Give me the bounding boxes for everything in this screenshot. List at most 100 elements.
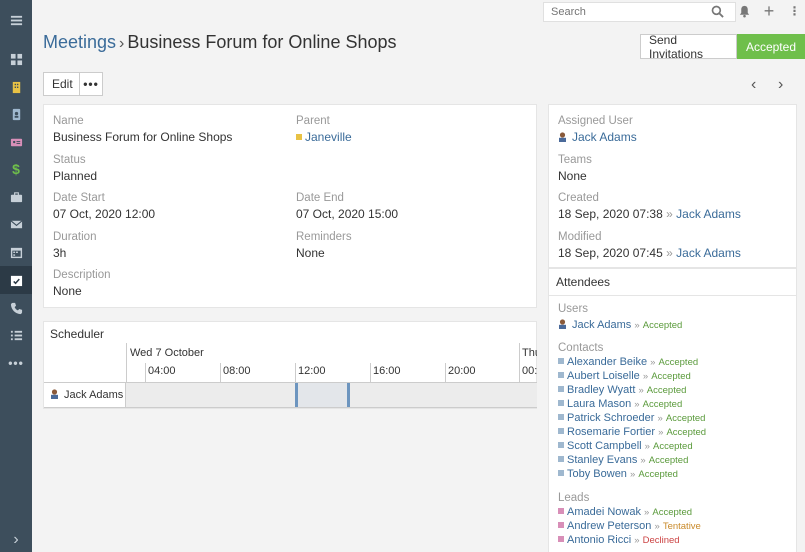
search-icon[interactable] [710,4,724,18]
scheduler-row-user: Jack Adams [44,383,126,407]
dashboard-icon[interactable] [0,45,32,73]
search-input[interactable] [543,2,736,22]
next-record-button[interactable]: › [778,76,783,94]
attendee-link[interactable]: Andrew Peterson [567,520,651,532]
status-separator: » [642,371,649,382]
date-end-label: Date End [296,192,344,204]
list-item: Scott Campbell » Accepted [558,439,706,453]
attendee-link[interactable]: Scott Campbell [567,440,642,452]
scheduler-title: Scheduler [50,327,105,341]
teams-value: None [558,169,587,183]
acceptance-status-button[interactable]: Accepted [736,34,805,59]
name-label: Name [53,115,84,127]
attendee-status: Accepted [638,469,678,480]
meeting-time-block[interactable] [295,383,350,407]
status-separator: » [634,535,640,546]
name-field: Name Business Forum for Online Shops [53,115,232,144]
parent-field: Parent Janeville [296,115,352,144]
timeline-date: Wed 7 October [130,347,204,359]
plus-icon[interactable]: + [762,2,776,20]
scheduler-timeline: Wed 7 October Thu 04:00 08:00 12:00 16:0… [44,343,537,408]
avatar [558,319,567,329]
teams-field: Teams None [558,154,592,183]
timeline-date-next: Thu [522,347,537,359]
scheduler-row: Jack Adams [44,382,537,408]
attendee-status: Accepted [648,455,689,466]
envelope-icon[interactable] [0,210,32,238]
contact-square-icon [558,400,564,406]
list-item: Bradley Wyatt » Accepted [558,383,706,397]
hour-tick [295,363,296,382]
description-label: Description [53,269,111,281]
reminders-value: None [296,246,325,260]
building-icon[interactable] [0,73,32,101]
list-item: Patrick Schroeder » Accepted [558,411,706,425]
status-separator: » [657,413,663,424]
calendar-check-icon[interactable] [0,266,32,294]
calendar-icon[interactable] [0,238,32,266]
modified-by-link[interactable]: Jack Adams [676,246,741,260]
send-invitations-button[interactable]: Send Invitations [640,33,737,61]
bell-icon[interactable] [737,4,751,18]
breadcrumb-meetings[interactable]: Meetings [43,32,116,52]
date-start-value: 07 Oct, 2020 12:00 [53,207,156,221]
previous-record-button[interactable]: ‹ [751,76,756,94]
contact-book-icon[interactable] [0,100,32,128]
attendee-status: Accepted [642,399,683,410]
attendee-link[interactable]: Rosemarie Fortier [567,426,655,438]
status-field: Status Planned [53,154,97,183]
more-menu-icon[interactable]: ⋮ [788,4,802,18]
users-label: Users [558,303,589,315]
status-separator: » [640,455,646,466]
status-separator: » [658,427,664,438]
attendees-users: Users Jack Adams » Accepted [558,303,682,332]
divider [549,295,796,296]
description-value: None [53,284,82,298]
reminders-field: Reminders None [296,231,352,260]
hour-label: 16:00 [373,365,401,377]
attendee-link[interactable]: Bradley Wyatt [567,384,635,396]
avatar [558,131,567,142]
details-panel: Name Business Forum for Online Shops Par… [43,104,537,308]
attendee-link[interactable]: Antonio Ricci [567,534,631,546]
by-separator: » [666,207,673,221]
list-item: Rosemarie Fortier » Accepted [558,425,706,439]
duration-field: Duration 3h [53,231,96,260]
menu-icon[interactable] [0,6,32,34]
expand-icon[interactable]: › [0,526,32,552]
created-field: Created 18 Sep, 2020 07:38 » Jack Adams [558,192,741,221]
edit-button[interactable]: Edit [43,72,82,96]
attendee-link[interactable]: Toby Bowen [567,468,627,480]
description-field: Description None [53,269,111,298]
contacts-label: Contacts [558,342,604,354]
attendee-status: Accepted [666,427,707,438]
status-separator: » [644,441,650,452]
assigned-user-link[interactable]: Jack Adams [572,130,637,144]
tasks-icon[interactable] [0,321,32,349]
attendee-link[interactable]: Aubert Loiselle [567,370,640,382]
id-card-icon[interactable] [0,128,32,156]
phone-icon[interactable] [0,294,32,322]
dollar-icon[interactable]: $ [0,155,32,183]
attendee-link[interactable]: Jack Adams [572,319,631,331]
sidebar: $ ••• › [0,0,32,552]
more-actions-button[interactable]: ••• [79,72,103,96]
created-by-link[interactable]: Jack Adams [676,207,741,221]
parent-link[interactable]: Janeville [305,130,352,144]
attendee-link[interactable]: Stanley Evans [567,454,637,466]
hour-tick [145,363,146,382]
more-icon[interactable]: ••• [0,349,32,377]
status-separator: » [638,385,644,396]
attendee-link[interactable]: Laura Mason [567,398,631,410]
attendee-link[interactable]: Amadei Nowak [567,506,641,518]
reminders-label: Reminders [296,231,352,243]
attendee-link[interactable]: Patrick Schroeder [567,412,654,424]
briefcase-icon[interactable] [0,183,32,211]
attendees-title: Attendees [556,275,611,289]
contact-square-icon [558,470,564,476]
status-separator: » [634,399,640,410]
name-value: Business Forum for Online Shops [53,130,233,144]
attendee-link[interactable]: Alexander Beike [567,356,647,368]
attendee-status: Accepted [651,371,691,382]
list-item: Amadei Nowak » Accepted [558,505,701,519]
